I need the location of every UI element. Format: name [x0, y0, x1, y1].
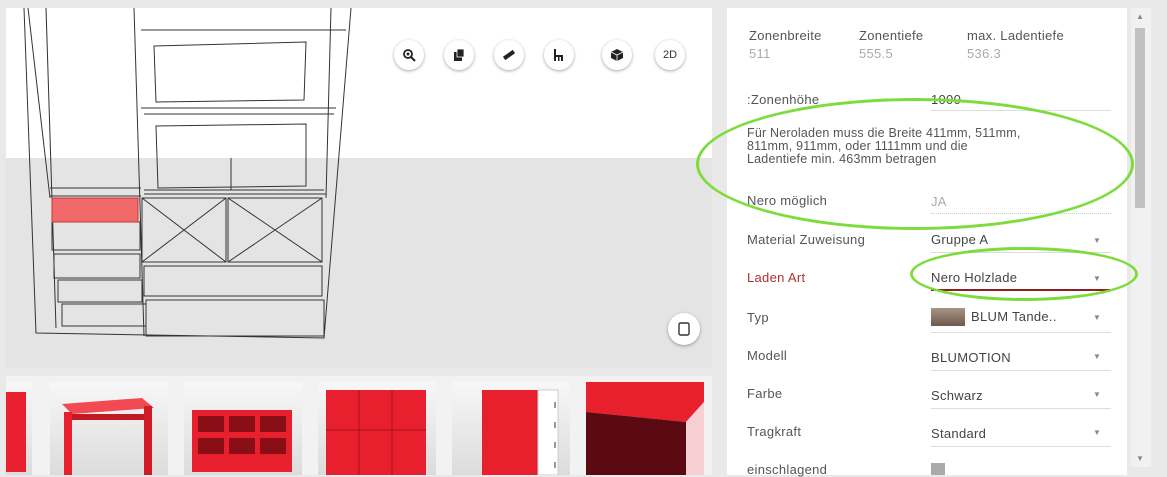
nero-info-line-3: Ladentiefe min. 463mm betragen — [747, 152, 937, 166]
copy-icon — [454, 48, 465, 61]
view-2d-button[interactable]: 2D — [655, 40, 685, 70]
page-icon — [678, 322, 690, 336]
zonenhoehe-label: :Zonenhöhe — [747, 92, 820, 107]
fullscreen-button[interactable] — [668, 313, 700, 345]
furniture-icon — [554, 49, 563, 61]
chevron-down-icon: ▼ — [1093, 352, 1101, 361]
thumb-drawer-unit[interactable] — [452, 382, 570, 475]
properties-panel: Zonenbreite 511 Zonentiefe 555.5 max. La… — [727, 8, 1127, 477]
einschlagend-checkbox[interactable] — [931, 463, 945, 475]
scroll-up-icon[interactable]: ▲ — [1136, 12, 1144, 21]
copy-button[interactable] — [444, 40, 474, 70]
zoom-icon — [403, 49, 416, 62]
material-underline — [931, 252, 1111, 253]
laden-art-underline — [931, 289, 1111, 291]
typ-select[interactable]: BLUM Tande.. — [971, 309, 1057, 324]
tragkraft-select[interactable]: Standard — [931, 426, 986, 441]
chevron-down-icon: ▼ — [1093, 390, 1101, 399]
chevron-down-icon: ▼ — [1093, 274, 1101, 283]
thumb-cabinet-doors[interactable] — [318, 382, 436, 475]
nero-moeglich-value: JA — [931, 194, 947, 209]
3d-viewport[interactable]: 2D — [6, 8, 712, 368]
scroll-thumb[interactable] — [1135, 28, 1145, 208]
furniture-button[interactable] — [544, 40, 574, 70]
nero-underline — [931, 213, 1111, 214]
chevron-down-icon: ▼ — [1093, 428, 1101, 437]
nero-moeglich-label: Nero möglich — [747, 193, 828, 208]
measure-icon — [502, 49, 516, 61]
chevron-down-icon: ▼ — [1093, 236, 1101, 245]
zonenbreite-label: Zonenbreite — [749, 28, 822, 43]
measure-button[interactable] — [494, 40, 524, 70]
material-zuweisung-select[interactable]: Gruppe A — [931, 232, 988, 247]
thumbnail-strip — [6, 376, 712, 475]
farbe-underline — [931, 408, 1111, 409]
thumb-corner[interactable] — [586, 382, 704, 475]
zonenhoehe-input[interactable]: 1000 — [931, 92, 961, 107]
laden-art-select[interactable]: Nero Holzlade — [931, 270, 1017, 285]
zonentiefe-label: Zonentiefe — [859, 28, 924, 43]
nero-info-note: Für Neroladen muss die Breite 411mm, 511… — [747, 127, 1117, 166]
tragkraft-underline — [931, 446, 1111, 447]
zonenhoehe-underline — [931, 110, 1111, 111]
zonenbreite-value: 511 — [749, 46, 771, 61]
zonentiefe-value: 555.5 — [859, 46, 894, 61]
laden-art-label: Laden Art — [747, 270, 806, 285]
modell-label: Modell — [747, 348, 788, 363]
material-zuweisung-label: Material Zuweisung — [747, 232, 866, 247]
thumb-desk[interactable] — [50, 382, 168, 475]
farbe-label: Farbe — [747, 386, 783, 401]
scroll-down-icon[interactable]: ▼ — [1136, 454, 1144, 463]
typ-underline — [931, 332, 1111, 333]
tragkraft-label: Tragkraft — [747, 424, 802, 439]
max-ladentiefe-value: 536.3 — [967, 46, 1002, 61]
thumb-panel[interactable] — [6, 382, 32, 475]
typ-label: Typ — [747, 310, 769, 325]
typ-thumbnail — [931, 308, 965, 326]
zoom-button[interactable] — [394, 40, 424, 70]
thumb-shelf[interactable] — [184, 382, 302, 475]
modell-select[interactable]: BLUMOTION — [931, 350, 1011, 365]
modell-underline — [931, 370, 1111, 371]
chevron-down-icon: ▼ — [1093, 313, 1101, 322]
max-ladentiefe-label: max. Ladentiefe — [967, 28, 1065, 43]
farbe-select[interactable]: Schwarz — [931, 388, 983, 403]
cube-icon — [610, 49, 624, 61]
selected-drawer — [51, 197, 139, 223]
cube-button[interactable] — [602, 40, 632, 70]
panel-scrollbar[interactable]: ▲ ▼ — [1131, 8, 1151, 467]
